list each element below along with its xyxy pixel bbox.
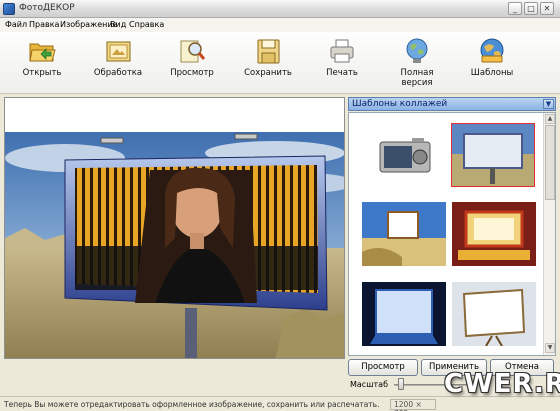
easel-thumbnail-icon [452, 282, 536, 347]
templates-button[interactable]: Шаблоны [456, 36, 528, 92]
menu-view[interactable]: Вид [110, 20, 126, 29]
beach-frame-thumbnail-icon [362, 202, 446, 266]
title-bar: ФотоДЕКОР _ □ ✕ [0, 0, 560, 18]
process-label: Обработка [93, 68, 143, 78]
scroll-down-icon[interactable]: ▼ [545, 343, 555, 353]
image-dimensions: 1200 × 782 [390, 399, 436, 411]
menu-bar: Файл Правка Изображение Вид Справка [0, 18, 560, 32]
template-thumb-billboard[interactable] [451, 123, 535, 187]
globe-icon [402, 36, 432, 66]
floppy-disk-icon [253, 36, 283, 66]
camera-thumbnail-icon [379, 138, 431, 173]
open-button[interactable]: Открыть [6, 36, 78, 92]
preview-button[interactable]: Просмотр [348, 359, 418, 376]
minimize-button[interactable]: _ [508, 2, 522, 15]
billboard-collage-image [5, 132, 344, 358]
preview-tool-label: Просмотр [170, 68, 214, 78]
save-label: Сохранить [244, 68, 292, 78]
template-gallery: ▲ ▼ [348, 112, 556, 356]
print-label: Печать [326, 68, 358, 78]
window-title: ФотоДЕКОР [19, 3, 75, 13]
cinema-sign-thumbnail-icon [452, 202, 536, 266]
globe-templates-icon [477, 36, 507, 66]
template-thumb-cinema-sign[interactable] [451, 201, 536, 266]
gallery-scrollbar[interactable]: ▲ ▼ [543, 113, 555, 355]
image-edit-icon [103, 36, 133, 66]
billboard-thumbnail-icon [452, 124, 534, 186]
image-preview[interactable] [4, 97, 345, 359]
menu-image[interactable]: Изображение [60, 20, 118, 29]
template-thumb-blue-frame[interactable] [361, 281, 446, 346]
chevron-down-icon[interactable]: ▼ [543, 99, 554, 109]
menu-edit[interactable]: Правка [29, 20, 59, 29]
watermark-logo: CWER.RU [444, 369, 560, 399]
menu-help[interactable]: Справка [129, 20, 164, 29]
zoom-slider-handle[interactable] [397, 378, 404, 390]
save-button[interactable]: Сохранить [232, 36, 304, 92]
templates-dropdown-label: Шаблоны коллажей [352, 99, 448, 109]
maximize-button[interactable]: □ [524, 2, 538, 15]
magnifier-icon [177, 36, 207, 66]
printer-icon [327, 36, 357, 66]
zoom-label: Масштаб [350, 380, 389, 389]
full-version-label: Полная версия [400, 68, 434, 88]
preview-tool-button[interactable]: Просмотр [156, 36, 228, 92]
process-button[interactable]: Обработка [82, 36, 154, 92]
toolbar: Открыть Обработка Просмотр Сохранить Печ… [0, 32, 560, 94]
scrollbar-thumb[interactable] [545, 125, 555, 200]
close-button[interactable]: ✕ [540, 2, 554, 15]
scroll-up-icon[interactable]: ▲ [545, 114, 555, 124]
template-thumb-beach-frame[interactable] [361, 201, 446, 266]
app-icon [3, 3, 15, 15]
print-button[interactable]: Печать [306, 36, 378, 92]
open-label: Открыть [22, 68, 62, 78]
template-thumb-easel[interactable] [451, 281, 536, 347]
templates-label: Шаблоны [470, 68, 514, 78]
status-message: Теперь Вы можете отредактировать оформле… [4, 400, 380, 409]
templates-dropdown[interactable]: Шаблоны коллажей ▼ [348, 97, 556, 111]
folder-open-icon [27, 36, 57, 66]
menu-file[interactable]: Файл [5, 20, 27, 29]
full-version-button[interactable]: Полная версия [381, 36, 453, 92]
template-thumb-camera[interactable] [361, 123, 445, 187]
blue-frame-thumbnail-icon [362, 282, 446, 346]
